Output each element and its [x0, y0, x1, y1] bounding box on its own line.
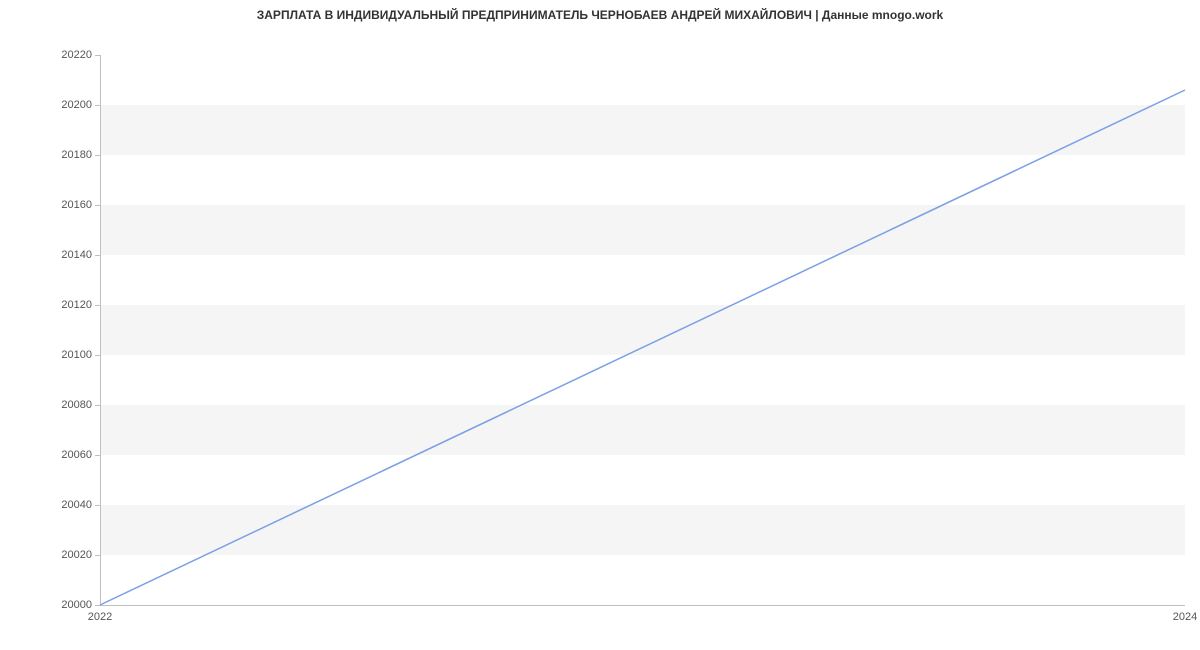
- x-axis-line: [100, 605, 1185, 606]
- y-tick-mark: [95, 205, 100, 206]
- y-tick-mark: [95, 155, 100, 156]
- y-tick-mark: [95, 405, 100, 406]
- y-tick-label: 20180: [12, 149, 92, 161]
- y-tick-mark: [95, 55, 100, 56]
- chart-title: ЗАРПЛАТА В ИНДИВИДУАЛЬНЫЙ ПРЕДПРИНИМАТЕЛ…: [0, 8, 1200, 22]
- y-tick-mark: [95, 255, 100, 256]
- y-tick-label: 20020: [12, 549, 92, 561]
- y-tick-mark: [95, 555, 100, 556]
- x-tick-label: 2022: [88, 611, 112, 623]
- chart-container: ЗАРПЛАТА В ИНДИВИДУАЛЬНЫЙ ПРЕДПРИНИМАТЕЛ…: [0, 0, 1200, 650]
- y-tick-label: 20080: [12, 399, 92, 411]
- plot-area: 20222024: [100, 55, 1185, 605]
- y-tick-label: 20160: [12, 199, 92, 211]
- data-line: [100, 90, 1185, 605]
- y-tick-label: 20100: [12, 349, 92, 361]
- y-tick-mark: [95, 605, 100, 606]
- x-tick-label: 2024: [1173, 611, 1197, 623]
- line-series: [100, 55, 1185, 605]
- y-tick-label: 20120: [12, 299, 92, 311]
- y-tick-mark: [95, 505, 100, 506]
- y-tick-label: 20220: [12, 49, 92, 61]
- y-tick-label: 20000: [12, 599, 92, 611]
- y-tick-label: 20200: [12, 99, 92, 111]
- y-tick-label: 20060: [12, 449, 92, 461]
- y-tick-mark: [95, 305, 100, 306]
- y-tick-label: 20140: [12, 249, 92, 261]
- y-tick-mark: [95, 355, 100, 356]
- y-tick-mark: [95, 105, 100, 106]
- y-tick-label: 20040: [12, 499, 92, 511]
- y-tick-mark: [95, 455, 100, 456]
